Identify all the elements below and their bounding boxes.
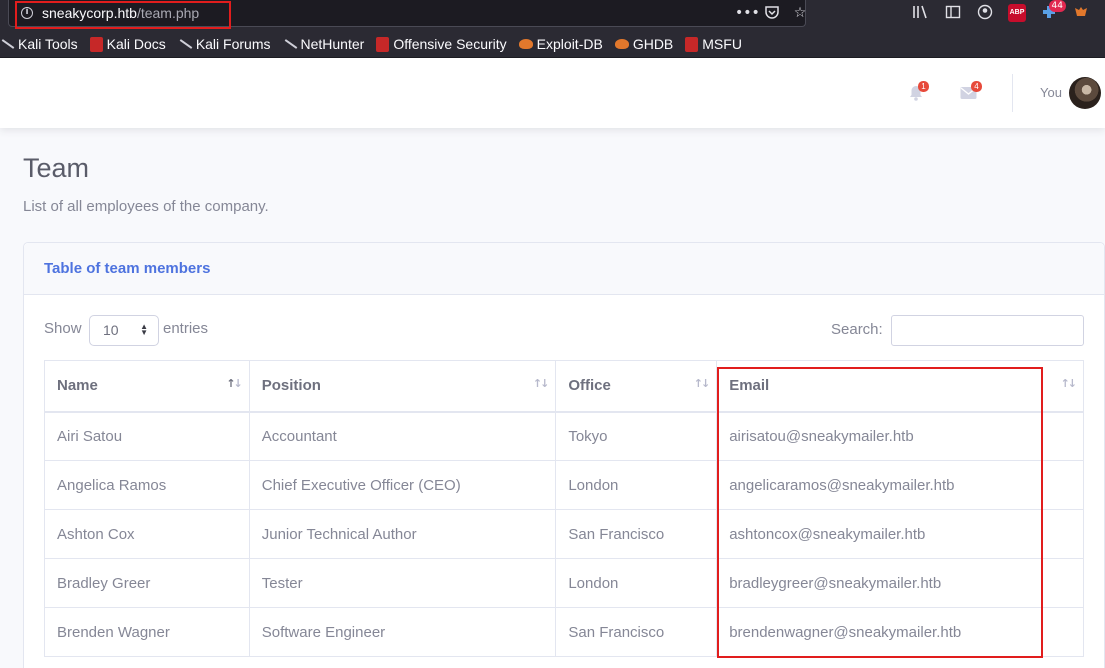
cell-name: Bradley Greer (44, 558, 250, 608)
search-label: Search: (831, 321, 883, 338)
page-title: Team (23, 153, 90, 183)
bookmark-kali-docs[interactable]: Kali Docs (89, 36, 166, 52)
search-input[interactable] (891, 315, 1084, 346)
library-icon[interactable] (912, 4, 930, 22)
bookmark-msfu[interactable]: MSFU (685, 36, 742, 52)
cell-email: bradleygreer@sneakymailer.htb (716, 558, 1084, 608)
bookmark-label: GHDB (632, 36, 674, 52)
foxyproxy-icon[interactable] (1072, 4, 1090, 22)
column-header-email[interactable]: Email ↑↓ (716, 360, 1084, 413)
card-header: Table of team members (24, 243, 1104, 295)
bookmark-kali-forums[interactable]: Kali Forums (178, 36, 271, 52)
cell-name: Brenden Wagner (44, 607, 250, 657)
extension-icon[interactable]: 44 (1040, 0, 1066, 22)
bookmark-ghdb[interactable]: GHDB (614, 36, 674, 52)
bookmark-star-icon[interactable]: ☆ (791, 4, 809, 22)
cell-email: airisatou@sneakymailer.htb (716, 411, 1084, 461)
user-name[interactable]: You (1040, 85, 1062, 100)
bookmark-nethunter[interactable]: NetHunter (283, 36, 365, 52)
page-subtitle: List of all employees of the company. (23, 198, 269, 215)
pocket-icon[interactable] (763, 4, 781, 22)
bookmark-kali-tools[interactable]: Kali Tools (0, 36, 78, 52)
card-title: Table of team members (44, 260, 211, 277)
table-row: Airi Satou Accountant Tokyo airisatou@sn… (44, 411, 1084, 461)
sort-arrows-icon: ↑↓ (532, 377, 550, 390)
sidebar-icon[interactable] (944, 4, 962, 22)
table-row: Bradley Greer Tester London bradleygreer… (44, 558, 1084, 608)
sort-arrows-icon: ↑↓ (226, 377, 243, 390)
show-label: Show (44, 320, 82, 337)
cell-email: ashtoncox@sneakymailer.htb (716, 509, 1084, 559)
bookmark-offensive-security[interactable]: Offensive Security (376, 36, 507, 52)
entries-label: entries (163, 320, 209, 337)
bookmark-label: Offensive Security (393, 36, 507, 52)
cell-position: Accountant (248, 411, 557, 461)
column-header-name[interactable]: Name ↑↓ (44, 360, 250, 413)
bookmark-label: Exploit-DB (536, 36, 603, 52)
messages-envelope-icon[interactable]: 4 (960, 81, 982, 100)
header-label: Position (261, 377, 321, 395)
table-header-row: Name ↑↓ Position ↑↓ Office ↑↓ Email ↑↓ (44, 360, 1084, 413)
cell-position: Chief Executive Officer (CEO) (248, 460, 557, 510)
more-actions-icon[interactable]: ••• (735, 4, 760, 22)
bookmark-label: MSFU (702, 36, 742, 52)
url-highlight-box (15, 1, 231, 29)
sort-arrows-icon: ↑↓ (1060, 377, 1078, 390)
cell-position: Junior Technical Author (248, 509, 557, 559)
bookmark-label: Kali Tools (18, 36, 78, 52)
cell-office: San Francisco (555, 607, 718, 657)
cell-name: Ashton Cox (44, 509, 250, 559)
cell-office: San Francisco (555, 509, 718, 559)
header-label: Email (729, 377, 770, 395)
entries-value: 10 (103, 322, 119, 338)
account-icon[interactable] (976, 4, 994, 22)
cell-office: London (555, 558, 718, 608)
offsec-icon (376, 36, 390, 52)
header-label: Name (57, 377, 98, 395)
cell-position: Software Engineer (248, 607, 557, 657)
table-row: Brenden Wagner Software Engineer San Fra… (44, 607, 1084, 657)
avatar[interactable] (1069, 77, 1101, 109)
bookmark-label: NetHunter (300, 36, 365, 52)
cell-email: brendenwagner@sneakymailer.htb (716, 607, 1084, 657)
url-actions: ••• ☆ (735, 4, 809, 22)
extension-badge: 44 (1048, 0, 1066, 12)
kali-dragon-icon (283, 37, 297, 51)
team-table: Name ↑↓ Position ↑↓ Office ↑↓ Email ↑↓ Airi … (44, 360, 1084, 657)
exploit-db-icon (518, 39, 533, 49)
sort-arrows-icon: ↑↓ (693, 377, 711, 390)
cell-office: Tokyo (555, 411, 718, 461)
header-label: Office (568, 377, 611, 395)
app-topbar: 1 4 You (0, 58, 1105, 128)
cell-office: London (555, 460, 718, 510)
kali-dragon-icon (0, 37, 14, 51)
bookmark-label: Kali Docs (106, 36, 166, 52)
cell-name: Airi Satou (44, 411, 250, 461)
bookmark-label: Kali Forums (195, 36, 271, 52)
bookmarks-toolbar: Kali Tools Kali Docs Kali Forums NetHunt… (0, 31, 1105, 58)
table-row: Angelica Ramos Chief Executive Officer (… (44, 460, 1084, 510)
entries-select[interactable]: 10 ▲ ▼ (89, 315, 159, 346)
browser-toolbar: i sneakycorp.htb/team.php ••• ☆ ABP 44 (0, 0, 1105, 31)
cell-name: Angelica Ramos (44, 460, 250, 510)
cell-position: Tester (248, 558, 557, 608)
cell-email: angelicaramos@sneakymailer.htb (716, 460, 1084, 510)
table-row: Ashton Cox Junior Technical Author San F… (44, 509, 1084, 559)
toolbar-right: ABP 44 (912, 0, 1090, 22)
ghdb-icon (614, 39, 629, 49)
msfu-icon (685, 36, 699, 52)
bookmark-exploit-db[interactable]: Exploit-DB (518, 36, 603, 52)
column-header-position[interactable]: Position ↑↓ (248, 360, 557, 413)
messages-counter: 4 (971, 81, 982, 92)
kali-docs-icon (89, 36, 103, 52)
select-arrows-icon: ▲ ▼ (140, 322, 148, 337)
column-header-office[interactable]: Office ↑↓ (555, 360, 718, 413)
alerts-bell-icon[interactable]: 1 (909, 81, 929, 101)
adblock-plus-icon[interactable]: ABP (1008, 4, 1026, 22)
kali-dragon-icon (178, 37, 192, 51)
topbar-divider (1012, 74, 1013, 112)
alerts-counter: 1 (918, 81, 929, 92)
